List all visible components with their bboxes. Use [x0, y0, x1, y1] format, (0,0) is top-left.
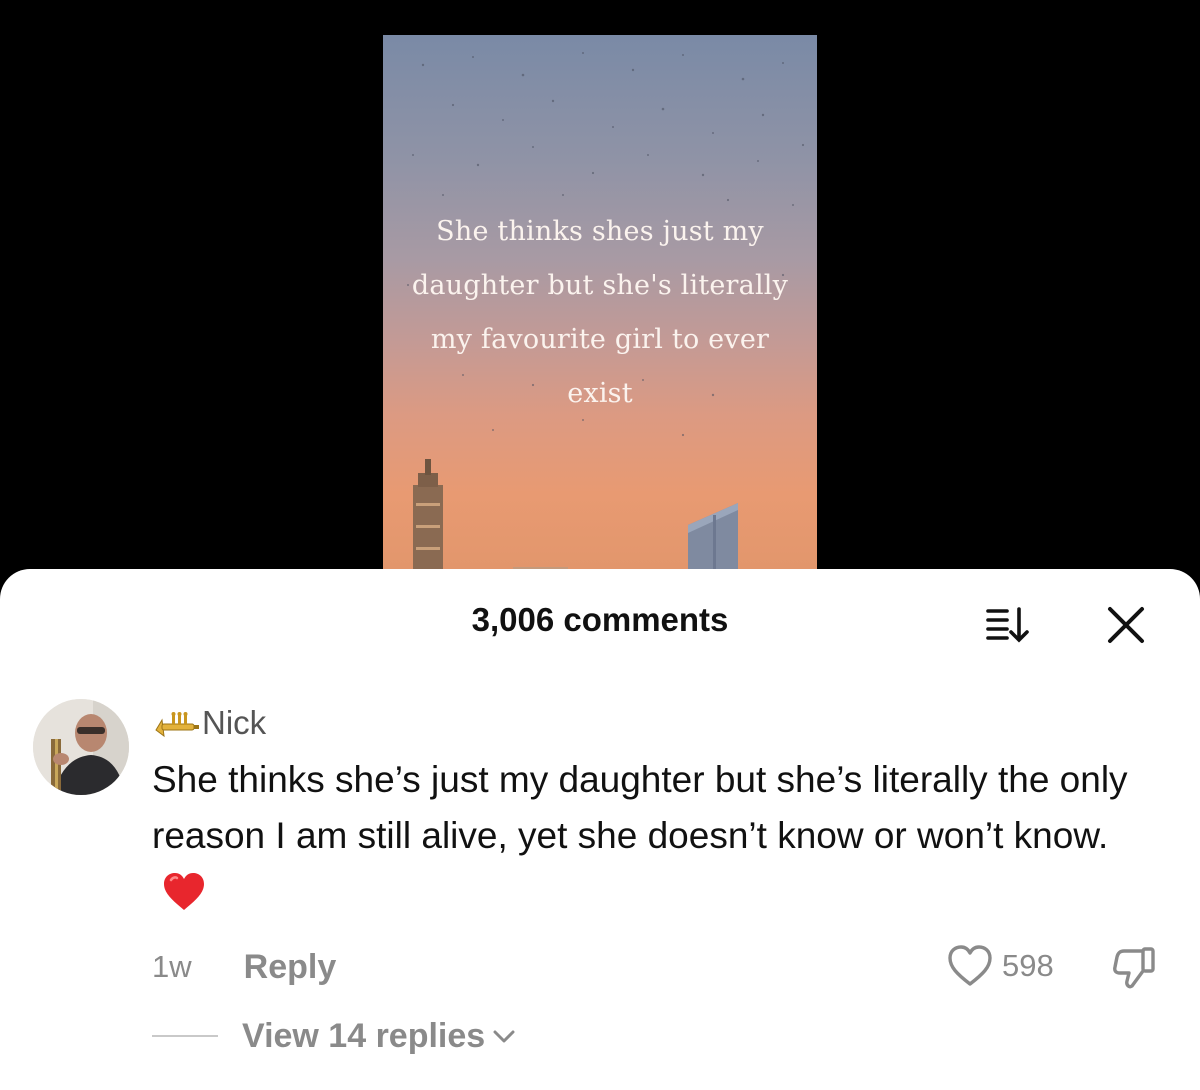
replies-divider: [152, 1035, 218, 1037]
close-button[interactable]: [1106, 605, 1146, 645]
reply-button[interactable]: Reply: [244, 948, 337, 987]
comment-text: She thinks she’s just my daughter but sh…: [152, 759, 1128, 856]
comment-meta: 1w Reply: [152, 947, 336, 987]
video-preview[interactable]: She thinks shes just my daughter but she…: [383, 35, 817, 595]
heart-outline-icon[interactable]: [946, 944, 994, 988]
view-replies-button[interactable]: View 14 replies: [242, 1017, 517, 1056]
avatar-photo: [33, 699, 129, 795]
comment-timestamp: 1w: [152, 949, 192, 984]
like-group: 598: [946, 943, 1054, 989]
close-icon: [1108, 607, 1144, 643]
sort-button[interactable]: [985, 605, 1031, 645]
app-screen: She thinks shes just my daughter but she…: [0, 0, 1200, 1090]
view-replies-row: View 14 replies: [152, 1013, 517, 1059]
video-overlay-text: She thinks shes just my daughter but she…: [411, 216, 789, 409]
comment-header: Nick: [152, 703, 266, 743]
comment-username[interactable]: Nick: [202, 704, 266, 742]
comment-body: She thinks she’s just my daughter but sh…: [152, 752, 1162, 920]
view-replies-label: View 14 replies: [242, 1016, 486, 1055]
sort-icon: [986, 607, 1029, 643]
chevron-down-icon: [493, 1030, 515, 1043]
trumpet-icon: [155, 712, 199, 738]
thumbs-down-icon[interactable]: [1110, 943, 1158, 991]
like-count: 598: [1002, 948, 1054, 983]
comments-sheet: 3,006 comments Nick She thinks she’s jus…: [0, 569, 1200, 1090]
avatar[interactable]: [33, 699, 129, 795]
heart-icon: [164, 873, 204, 910]
